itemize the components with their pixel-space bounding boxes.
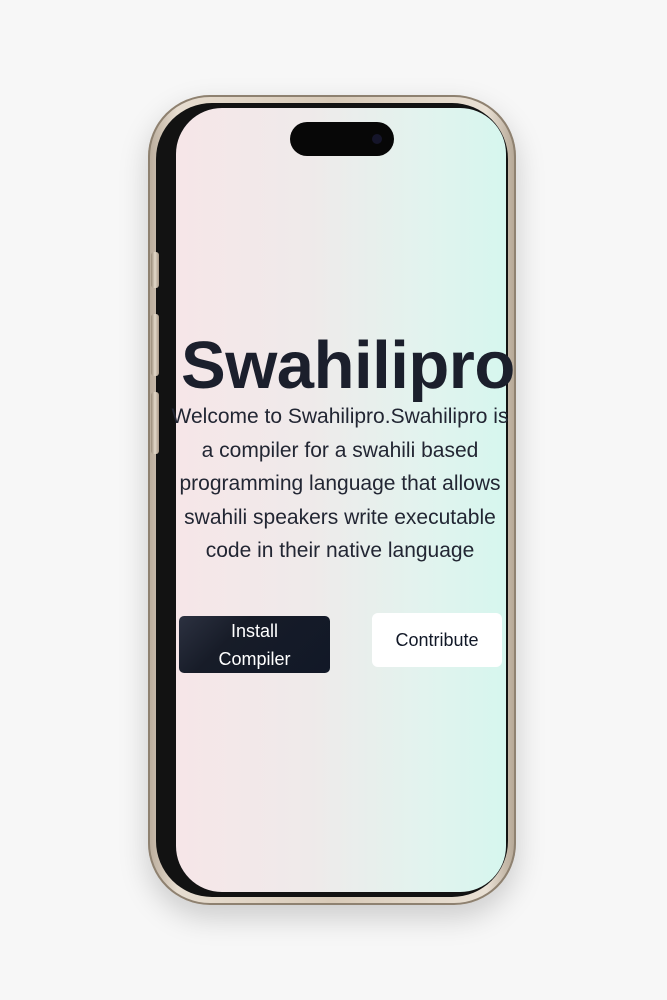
contribute-button[interactable]: Contribute: [372, 613, 502, 667]
hero-description: Welcome to Swahilipro.Swahilipro is a co…: [171, 405, 509, 562]
install-compiler-button[interactable]: Install Compiler: [179, 616, 330, 673]
hero-title: Swahilipro: [181, 328, 515, 403]
camera-icon: [372, 134, 382, 144]
mockup-stage: Swahilipro Welcome to Swahilipro.Swahili…: [0, 0, 667, 1000]
dynamic-island: [290, 122, 394, 156]
action-button: [151, 252, 159, 288]
install-compiler-label: Install Compiler: [218, 620, 291, 669]
contribute-label: Contribute: [395, 629, 479, 650]
volume-down-button: [151, 392, 159, 454]
volume-up-button: [151, 314, 159, 376]
